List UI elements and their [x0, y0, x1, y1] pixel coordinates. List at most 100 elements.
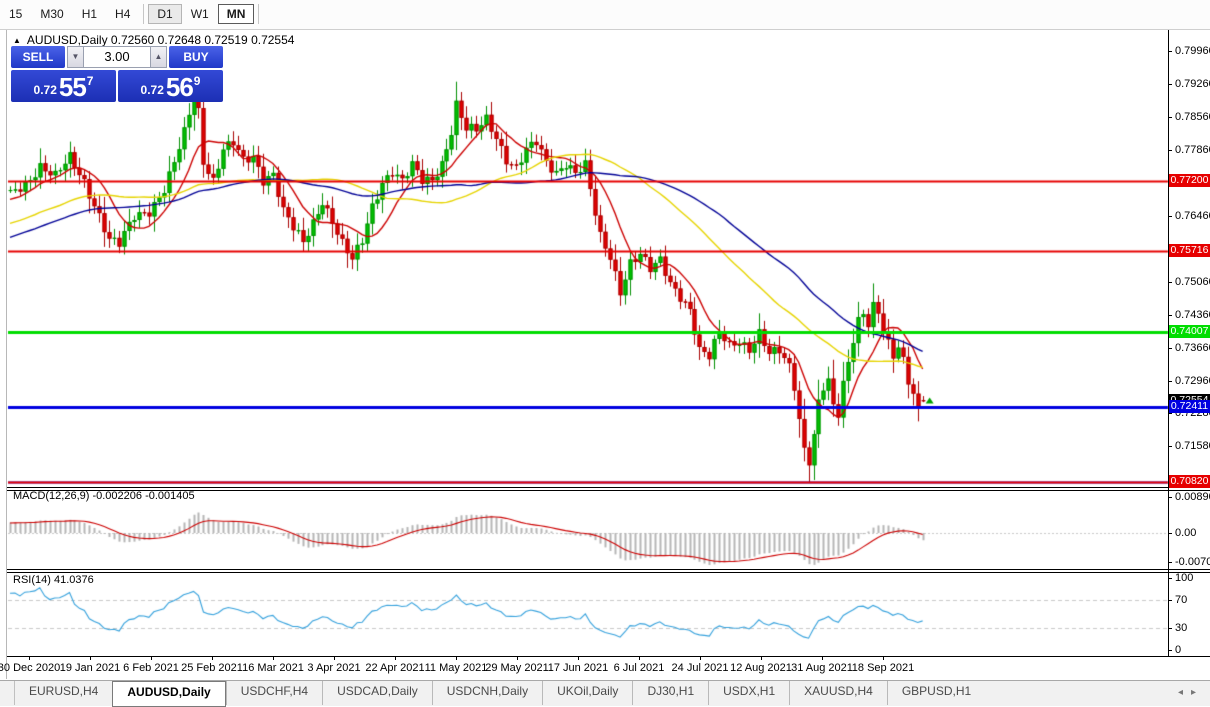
price-tick-label: 0.72960	[1175, 375, 1210, 387]
buy-price-prefix: 0.72	[140, 83, 164, 97]
chart-tab-audusd-daily[interactable]: AUDUSD,Daily	[112, 681, 226, 707]
tabs-scroll-left-icon[interactable]: ◂	[1178, 687, 1191, 698]
price-tick-label: 0.73660	[1175, 342, 1210, 354]
date-tick-mark	[639, 656, 640, 660]
chart-tab-xauusd-h4[interactable]: XAUUSD,H4	[789, 681, 887, 705]
level-price-label: 0.72411	[1169, 400, 1210, 413]
buy-price-big: 56	[165, 72, 194, 102]
axis-tick-mark	[1168, 600, 1172, 601]
chart-title: ▲ AUDUSD,Daily 0.72560 0.72648 0.72519 0.…	[13, 33, 294, 47]
axis-tick-mark	[1168, 84, 1172, 85]
axis-tick-mark	[1168, 348, 1172, 349]
date-label: 17 Jun 2021	[547, 662, 609, 674]
sell-price-box[interactable]: 0.72 55 7	[11, 70, 116, 102]
chart-tab-usdchf-h4[interactable]: USDCHF,H4	[225, 681, 322, 705]
toolbar-separator	[258, 4, 260, 24]
date-label: 29 May 2021	[485, 662, 549, 674]
axis-tick-mark	[1168, 628, 1172, 629]
price-tick-label: 0.76460	[1175, 210, 1210, 222]
rsi-splitter-2	[7, 572, 1210, 573]
price-tick-label: 0.79260	[1175, 78, 1210, 90]
axis-tick-mark	[1168, 282, 1172, 283]
date-label: 30 Dec 2020	[0, 662, 61, 674]
axis-tick-mark	[1168, 650, 1172, 651]
sell-price-big: 55	[58, 72, 87, 102]
volume-decrease-button[interactable]: ▼	[67, 46, 84, 68]
macd-splitter[interactable]	[7, 487, 1210, 488]
axis-tick-mark	[1168, 578, 1172, 579]
sell-price-prefix: 0.72	[33, 83, 57, 97]
timeframe-button-15[interactable]: 15	[0, 4, 31, 24]
level-price-label: 0.74007	[1169, 325, 1210, 338]
rsi-splitter[interactable]	[7, 569, 1210, 570]
chart-title-text: AUDUSD,Daily 0.72560 0.72648 0.72519 0.7…	[26, 33, 295, 47]
date-tick-mark	[334, 656, 335, 660]
axis-tick-mark	[1168, 413, 1172, 414]
price-tick-label: 70	[1175, 594, 1188, 606]
macd-label: MACD(12,26,9) -0.002206 -0.001405	[13, 490, 195, 502]
level-price-label: 0.70820	[1169, 475, 1210, 488]
date-label: 24 Jul 2021	[671, 662, 729, 674]
axis-tick-mark	[1168, 150, 1172, 151]
timeframe-button-m30[interactable]: M30	[31, 4, 72, 24]
date-tick-mark	[700, 656, 701, 660]
volume-input[interactable]: 3.00	[84, 46, 150, 68]
collapse-panel-icon[interactable]: ▲	[13, 36, 21, 45]
price-tick-label: 0.71580	[1175, 440, 1210, 452]
axis-tick-mark	[1168, 533, 1172, 534]
axis-tick-mark	[1168, 216, 1172, 217]
price-tick-label: 30	[1175, 622, 1188, 634]
date-label: 16 Mar 2021	[242, 662, 304, 674]
buy-price-sup: 9	[193, 74, 201, 88]
price-tick-label: 0.78560	[1175, 111, 1210, 123]
axis-tick-mark	[1168, 381, 1172, 382]
date-tick-mark	[90, 656, 91, 660]
price-tick-label: 0.77860	[1175, 144, 1210, 156]
price-tick-label: 0.79960	[1175, 45, 1210, 57]
price-tick-label: 0.00	[1175, 527, 1197, 539]
axis-tick-mark	[1168, 562, 1172, 563]
buy-price-box[interactable]: 0.72 56 9	[118, 70, 223, 102]
chart-tab-gbpusd-h1[interactable]: GBPUSD,H1	[886, 681, 985, 705]
date-tick-mark	[151, 656, 152, 660]
chart-tab-usdx-h1[interactable]: USDX,H1	[708, 681, 789, 705]
chart-tab-eurusd-h4[interactable]: EURUSD,H4	[15, 681, 112, 705]
date-label: 11 May 2021	[424, 662, 488, 674]
date-label: 19 Jan 2021	[59, 662, 121, 674]
axis-tick-mark	[1168, 117, 1172, 118]
date-label: 6 Jul 2021	[613, 662, 665, 674]
chart-plot-canvas[interactable]	[0, 0, 1210, 705]
timeframe-button-d1[interactable]: D1	[148, 4, 182, 24]
sell-price-sup: 7	[86, 74, 94, 88]
price-tick-label: 0.008904	[1175, 491, 1210, 503]
date-tick-mark	[456, 656, 457, 660]
volume-increase-button[interactable]: ▲	[150, 46, 167, 68]
level-price-label: 0.75716	[1169, 244, 1210, 257]
buy-button[interactable]: BUY	[169, 46, 223, 68]
date-label: 25 Feb 2021	[181, 662, 243, 674]
date-axis-border	[7, 656, 1210, 657]
timeframe-toolbar: 15 M30 H1 H4 D1 W1 MN	[0, 0, 1210, 30]
date-tick-mark	[761, 656, 762, 660]
tabs-scroll-right-icon[interactable]: ▸	[1191, 687, 1204, 698]
chart-tab-dj30-h1[interactable]: DJ30,H1	[632, 681, 708, 705]
timeframe-button-h1[interactable]: H1	[73, 4, 106, 24]
date-tick-mark	[883, 656, 884, 660]
date-label: 12 Aug 2021	[730, 662, 792, 674]
date-tick-mark	[517, 656, 518, 660]
chart-tab-usdcad-daily[interactable]: USDCAD,Daily	[322, 681, 432, 705]
date-tick-mark	[822, 656, 823, 660]
sell-button[interactable]: SELL	[11, 46, 65, 68]
level-price-label: 0.77200	[1169, 174, 1210, 187]
chart-tab-ukoil-daily[interactable]: UKOil,Daily	[542, 681, 632, 705]
chart-tab-usdcnh-daily[interactable]: USDCNH,Daily	[431, 681, 542, 705]
timeframe-button-mn[interactable]: MN	[217, 4, 255, 24]
date-label: 3 Apr 2021	[307, 662, 361, 674]
price-tick-label: 100	[1175, 572, 1194, 584]
timeframe-button-h4[interactable]: H4	[106, 4, 139, 24]
price-tick-label: -0.007017	[1175, 556, 1210, 568]
timeframe-button-w1[interactable]: W1	[182, 4, 218, 24]
one-click-trade-panel: SELL ▼ 3.00 ▲ BUY 0.72 55 7 0.72 56 9	[11, 46, 223, 102]
axis-tick-mark	[1168, 315, 1172, 316]
date-tick-mark	[273, 656, 274, 660]
